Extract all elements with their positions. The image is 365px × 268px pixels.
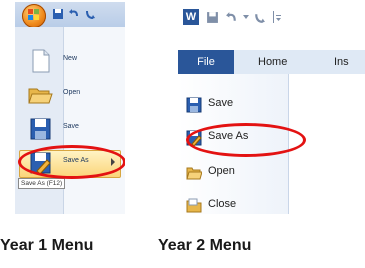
word-logo-icon: W	[183, 9, 199, 25]
menu-item-label: New	[63, 55, 78, 62]
menu-item-open[interactable]: Open	[19, 80, 119, 110]
backstage-item-label: Open	[208, 165, 235, 177]
backstage-item-label: Save	[208, 97, 234, 109]
chevron-down-icon[interactable]	[243, 15, 249, 20]
save-icon	[186, 97, 202, 113]
tab-home[interactable]: Home	[258, 50, 287, 74]
office-logo-icon	[28, 9, 39, 20]
quick-access-toolbar	[15, 2, 125, 28]
redo-icon[interactable]	[84, 8, 96, 20]
caption-year1: Year 1 Menu	[0, 237, 94, 254]
tab-file[interactable]: File	[178, 50, 234, 74]
menu-item-label: Save	[63, 123, 79, 130]
highlight-circle	[186, 123, 306, 157]
save-icon[interactable]	[206, 11, 219, 24]
open-folder-icon	[28, 88, 53, 104]
undo-icon[interactable]	[225, 11, 238, 24]
close-folder-icon	[186, 198, 202, 213]
office-button[interactable]	[22, 4, 46, 28]
tooltip: Save As (F12)	[18, 178, 66, 189]
undo-icon[interactable]	[68, 8, 80, 20]
new-document-icon	[32, 49, 50, 73]
tab-insert[interactable]: Ins	[334, 50, 349, 74]
open-folder-icon	[186, 167, 202, 180]
save-icon[interactable]	[52, 8, 64, 20]
caption-year2: Year 2 Menu	[158, 237, 252, 254]
highlight-circle	[18, 145, 125, 179]
redo-icon[interactable]	[253, 11, 266, 24]
backstage-item-label: Close	[208, 198, 237, 210]
menu-item-label: Open	[63, 89, 81, 96]
menu-item-new[interactable]: New	[19, 46, 119, 76]
menu-item-save[interactable]: Save	[19, 114, 119, 144]
office-2010-backstage-panel: W File Home Ins Save Save As Open Close	[178, 2, 365, 214]
save-icon	[30, 118, 51, 140]
quick-access-toolbar: W	[178, 2, 365, 32]
customize-toolbar-icon[interactable]	[272, 11, 282, 23]
office-2007-menu-panel: New Open Save Save As Save As (F12)	[15, 2, 125, 214]
